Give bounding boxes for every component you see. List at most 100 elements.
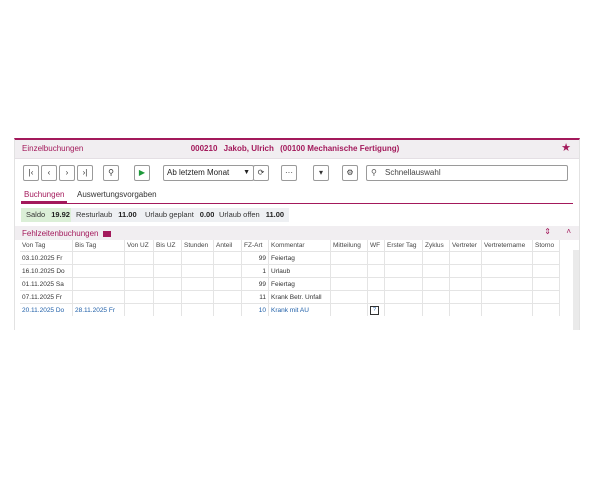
cell-von-tag: 03.10.2025 Fr xyxy=(20,251,73,265)
col-vertretername[interactable]: Vertretername xyxy=(481,240,533,252)
toolbar: |‹ ‹ › ›| ⚲ ▶ Ab letztem Monat ▼ ⟳ ··· ▾… xyxy=(15,159,579,187)
cell-anteil xyxy=(213,303,242,316)
vertical-scrollbar[interactable] xyxy=(573,250,579,330)
cell-von-tag: 20.11.2025 Do xyxy=(20,303,73,316)
col-stunden[interactable]: Stunden xyxy=(181,240,214,252)
cell-anteil xyxy=(213,251,242,265)
cell-wf xyxy=(367,277,385,291)
col-anteil[interactable]: Anteil xyxy=(213,240,242,252)
resturlaub-badge: Resturlaub 11.00 xyxy=(71,208,142,222)
employee-header: 000210 Jakob, Ulrich (00100 Mechanische … xyxy=(15,144,579,153)
resturlaub-value: 11.00 xyxy=(118,210,137,219)
table-row[interactable]: 20.11.2025 Do 28.11.2025 Fr 10 Krank mit… xyxy=(20,303,560,316)
cell-fz-art: 11 xyxy=(241,290,269,304)
cell-storno xyxy=(532,303,560,316)
cell-zyklus xyxy=(422,251,450,265)
list-icon[interactable] xyxy=(102,230,111,237)
col-vertreter[interactable]: Vertreter xyxy=(449,240,482,252)
cell-erster-tag xyxy=(384,251,423,265)
last-record-button[interactable]: ›| xyxy=(77,165,93,181)
favorite-star-icon[interactable]: ★ xyxy=(561,142,571,154)
col-bis-tag[interactable]: Bis Tag xyxy=(72,240,125,252)
period-select[interactable]: Ab letztem Monat ▼ xyxy=(163,165,254,181)
urlaub-offen-badge: Urlaub offen 11.00 xyxy=(214,208,290,222)
quick-select-placeholder: Schnellauswahl xyxy=(385,168,441,177)
table-row[interactable]: 16.10.2025 Do 1 Urlaub xyxy=(20,264,560,278)
col-von-uz[interactable]: Von UZ xyxy=(124,240,154,252)
panel-titlebar: Einzelbuchungen 000210 Jakob, Ulrich (00… xyxy=(15,140,579,159)
urlaub-geplant-value: 0.00 xyxy=(199,210,215,219)
urlaub-geplant-badge: Urlaub geplant 0.00 xyxy=(140,208,220,222)
cell-vertretername xyxy=(481,277,533,291)
cell-vertreter xyxy=(449,264,482,278)
cell-zyklus xyxy=(422,303,450,316)
sort-updown-icon[interactable]: ⇕ xyxy=(544,227,551,236)
cell-erster-tag xyxy=(384,264,423,278)
cell-fz-art: 99 xyxy=(241,251,269,265)
col-bis-uz[interactable]: Bis UZ xyxy=(153,240,182,252)
cell-anteil xyxy=(213,290,242,304)
collapse-chevron-up-icon[interactable]: ˄ xyxy=(566,227,571,236)
quick-select-input[interactable]: ⚲ Schnellauswahl xyxy=(366,165,568,181)
more-options-button[interactable]: ··· xyxy=(281,165,297,181)
cell-zyklus xyxy=(422,264,450,278)
cell-bis-uz xyxy=(153,303,182,316)
col-storno[interactable]: Storno xyxy=(532,240,560,252)
cell-wf xyxy=(367,264,385,278)
einzelbuchungen-panel: Einzelbuchungen 000210 Jakob, Ulrich (00… xyxy=(14,138,580,330)
cell-vertreter xyxy=(449,251,482,265)
table-header-row: Von Tag Bis Tag Von UZ Bis UZ Stunden An… xyxy=(20,240,560,252)
cell-erster-tag xyxy=(384,277,423,291)
col-zyklus[interactable]: Zyklus xyxy=(422,240,450,252)
cell-storno xyxy=(532,251,560,265)
resturlaub-label: Resturlaub xyxy=(76,210,113,219)
previous-record-button[interactable]: ‹ xyxy=(41,165,57,181)
cell-zyklus xyxy=(422,290,450,304)
workflow-question-icon[interactable]: ? xyxy=(370,305,379,315)
cell-mitteilung xyxy=(330,303,368,316)
tab-auswertungsvorgaben[interactable]: Auswertungsvorgaben xyxy=(77,190,157,199)
cell-mitteilung xyxy=(330,277,368,291)
saldo-value: 19.92 xyxy=(51,210,70,219)
col-von-tag[interactable]: Von Tag xyxy=(20,240,73,252)
cell-kommentar: Urlaub xyxy=(268,264,331,278)
cell-storno xyxy=(532,264,560,278)
cell-fz-art: 99 xyxy=(241,277,269,291)
cell-stunden xyxy=(181,251,214,265)
cell-mitteilung xyxy=(330,290,368,304)
col-erster-tag[interactable]: Erster Tag xyxy=(384,240,423,252)
cell-vertreter xyxy=(449,277,482,291)
cell-vertreter xyxy=(449,290,482,304)
employee-id: 000210 xyxy=(190,144,218,153)
fehlzeiten-title: Fehlzeitenbuchungen xyxy=(22,229,111,238)
col-mitteilung[interactable]: Mitteilung xyxy=(330,240,368,252)
fehlzeiten-section-header: Fehlzeitenbuchungen ⇕ ˄ xyxy=(15,226,579,240)
fehlzeiten-title-text: Fehlzeitenbuchungen xyxy=(22,229,99,238)
cell-mitteilung xyxy=(330,264,368,278)
play-icon[interactable]: ▶ xyxy=(134,165,150,181)
settings-gear-icon[interactable]: ⚙ xyxy=(342,165,358,181)
tab-bar: Buchungen Auswertungsvorgaben xyxy=(20,187,573,204)
cell-bis-tag: 28.11.2025 Fr xyxy=(72,303,125,316)
table-row[interactable]: 01.11.2025 Sa 99 Feiertag xyxy=(20,277,560,291)
employee-department: (00100 Mechanische Fertigung) xyxy=(280,144,400,153)
col-wf[interactable]: WF xyxy=(367,240,385,252)
saldo-badge: Saldo 19.92 xyxy=(21,208,75,222)
table-row[interactable]: 07.11.2025 Fr 11 Krank Betr. Unfall xyxy=(20,290,560,304)
cell-bis-uz xyxy=(153,251,182,265)
next-record-button[interactable]: › xyxy=(59,165,75,181)
cell-von-uz xyxy=(124,290,154,304)
tab-buchungen[interactable]: Buchungen xyxy=(20,190,69,203)
table-row[interactable]: 03.10.2025 Fr 99 Feiertag xyxy=(20,251,560,265)
cell-wf: ? xyxy=(367,303,385,316)
urlaub-geplant-label: Urlaub geplant xyxy=(145,210,194,219)
search-icon: ⚲ xyxy=(371,168,377,177)
dropdown-button[interactable]: ▾ xyxy=(313,165,329,181)
cell-bis-uz xyxy=(153,264,182,278)
search-icon[interactable]: ⚲ xyxy=(103,165,119,181)
col-fz-art[interactable]: FZ-Art xyxy=(241,240,269,252)
first-record-button[interactable]: |‹ xyxy=(23,165,39,181)
refresh-icon[interactable]: ⟳ xyxy=(253,165,269,181)
cell-fz-art: 1 xyxy=(241,264,269,278)
col-kommentar[interactable]: Kommentar xyxy=(268,240,331,252)
